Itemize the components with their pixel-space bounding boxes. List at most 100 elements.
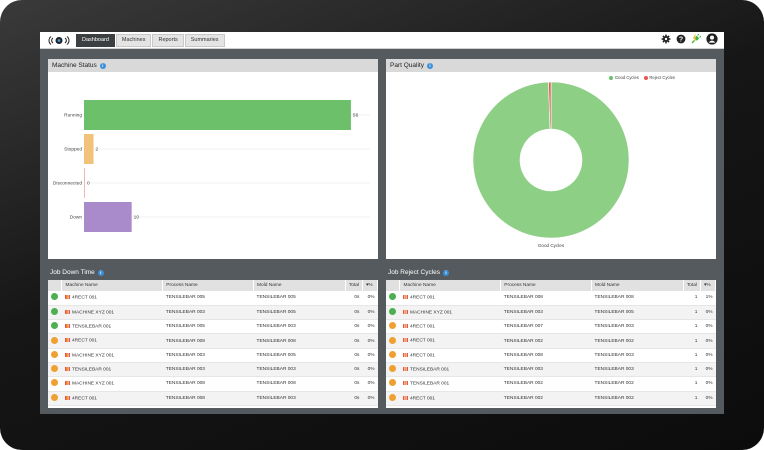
category-label: Disconnected [53, 181, 82, 187]
process-name-cell: TENSILEBAR 008 [162, 391, 254, 406]
process-name-cell: TENSILEBAR 002 [500, 376, 592, 392]
tab-machines[interactable]: Machines [115, 34, 152, 47]
machine-name-text: 4RECT 001 [71, 338, 97, 344]
status-cell [48, 348, 62, 363]
table-row[interactable]: TENSILEBAR 001 TENSILEBAR 005 TENSILEBAR 0… [48, 319, 378, 335]
table-row[interactable]: TENSILEBAR 001 TENSILEBAR 003 TENSILEBAR 0… [386, 362, 716, 378]
table-row[interactable]: 4RECT 001 TENSILEBAR 008 TENSILEBAR 008 0s 0… [48, 333, 378, 349]
part-quality-legend: Good Cycles Reject Cycles [609, 75, 675, 80]
table-row[interactable]: MACHINE XYZ 001 TENSILEBAR 003 TENSILEBAR … [48, 348, 378, 363]
plug-connection-icon[interactable] [691, 34, 701, 44]
column-header-machine[interactable]: Machine Name [61, 280, 164, 291]
total-cell: 0s [345, 391, 363, 406]
table-row[interactable]: 4RECT 001 TENSILEBAR 002 TENSILEBAR 002 1 0% [386, 333, 716, 349]
machine-name-cell[interactable]: TENSILEBAR 001 [399, 362, 501, 378]
table-row[interactable]: 4RECT 001 TENSILEBAR 002 TENSILEBAR 002 1 0% [386, 391, 716, 406]
column-header-percent[interactable]: ▾% [700, 280, 716, 291]
info-icon[interactable]: i [443, 269, 450, 276]
table-row[interactable]: MACHINE XYZ 001 TENSILEBAR 008 TENSILEBAR … [48, 376, 378, 392]
table-row[interactable]: 4RECT 001 TENSILEBAR 008 TENSILEBAR 003 0s 0… [48, 391, 378, 406]
machine-name-cell[interactable]: MACHINE XYZ 001 [61, 348, 163, 363]
machine-status-header: Machine Status i [48, 59, 378, 72]
job-reject-cycles-title: Job Reject Cycles [388, 269, 441, 276]
bar-down[interactable] [84, 202, 132, 232]
total-cell: 1 [683, 391, 701, 406]
tab-dashboard[interactable]: Dashboard [76, 34, 115, 47]
column-header-process[interactable]: Process Name [162, 280, 255, 291]
bar-chart-mini-icon [64, 324, 70, 329]
table-row[interactable]: TENSILEBAR 001 TENSILEBAR 003 TENSILEBAR 0… [48, 362, 378, 378]
bar-chart-mini-icon [64, 309, 70, 314]
info-icon[interactable]: i [97, 269, 104, 276]
part-quality-title: Part Quality [390, 62, 424, 69]
table-row[interactable]: MACHINE XYZ 001 TENSILEBAR 003 TENSILEBAR … [48, 305, 378, 321]
total-cell: 1 [683, 319, 701, 335]
column-header-machine[interactable]: Machine Name [399, 280, 502, 291]
machine-name-cell[interactable]: 4RECT 001 [399, 391, 501, 406]
gear-icon[interactable] [661, 34, 671, 44]
column-header-percent[interactable]: ▾% [362, 280, 378, 291]
legend-swatch-good [609, 75, 614, 80]
help-icon[interactable]: ? [676, 34, 686, 44]
machine-name-cell[interactable]: MACHINE XYZ 001 [61, 376, 163, 392]
column-header-total[interactable]: Total [683, 280, 701, 291]
bar-chart-mini-icon [64, 295, 70, 300]
machine-status-panel: Machine Status i Running 56 Stopped 2 Discon… [48, 59, 378, 259]
machine-name-text: 4RECT 001 [409, 324, 435, 330]
bar-running[interactable] [84, 100, 351, 130]
info-icon[interactable]: i [426, 62, 433, 69]
legend-reject-cycles[interactable]: Reject Cycles [643, 75, 675, 80]
machine-name-cell[interactable]: 4RECT 001 [399, 333, 501, 349]
part-quality-donut-chart: Good Cycles [472, 81, 630, 248]
table-row[interactable]: MACHINE XYZ 001 TENSILEBAR 003 TENSILEBAR … [386, 305, 716, 321]
machine-name-cell[interactable]: MACHINE XYZ 001 [61, 305, 163, 321]
tab-reports[interactable]: Reports [152, 34, 184, 47]
bar-stopped[interactable] [84, 134, 94, 164]
table-row[interactable]: TENSILEBAR 001 TENSILEBAR 002 TENSILEBAR 0… [386, 376, 716, 392]
machine-name-cell[interactable]: 4RECT 001 [399, 348, 501, 363]
status-cell [386, 376, 400, 392]
table-row[interactable]: 4RECT 001 TENSILEBAR 005 TENSILEBAR 005 0s 0… [48, 291, 378, 306]
table-row[interactable]: 4RECT 001 TENSILEBAR 007 TENSILEBAR 003 1 0% [386, 319, 716, 335]
status-indicator-icon [51, 307, 58, 315]
bar-chart-mini-icon [64, 381, 70, 386]
job-reject-cycles-rows: 4RECT 001 TENSILEBAR 008 TENSILEBAR 008 1 1%… [386, 291, 716, 406]
bar-disconnected[interactable] [84, 168, 85, 198]
bar-chart-mini-icon [402, 295, 408, 300]
machine-name-cell[interactable]: TENSILEBAR 001 [61, 362, 163, 378]
machine-name-cell[interactable]: 4RECT 001 [399, 319, 501, 335]
machine-name-cell[interactable]: TENSILEBAR 001 [61, 319, 163, 335]
total-cell: 0s [345, 319, 363, 335]
column-header-total[interactable]: Total [345, 280, 363, 291]
bar-chart-mini-icon [402, 395, 408, 400]
status-indicator-icon [389, 379, 396, 387]
status-column-header [48, 280, 63, 291]
mold-name-cell: TENSILEBAR 005 [591, 305, 684, 321]
user-account-icon[interactable] [706, 33, 718, 45]
legend-good-cycles[interactable]: Good Cycles [609, 75, 639, 80]
table-row[interactable]: 4RECT 001 TENSILEBAR 008 TENSILEBAR 008 1 1% [386, 291, 716, 306]
column-header-process[interactable]: Process Name [500, 280, 593, 291]
app-logo-icon[interactable] [48, 34, 70, 47]
machine-name-text: MACHINE XYZ 001 [71, 381, 115, 387]
machine-name-cell[interactable]: TENSILEBAR 001 [399, 376, 501, 392]
process-name-cell: TENSILEBAR 003 [162, 362, 254, 378]
bar-chart-mini-icon [402, 324, 408, 329]
tab-summaries[interactable]: Summaries [184, 34, 225, 47]
machine-name-cell[interactable]: 4RECT 001 [399, 291, 501, 306]
status-cell [48, 305, 62, 321]
info-icon[interactable]: i [99, 62, 106, 69]
process-name-cell: TENSILEBAR 002 [500, 333, 592, 349]
column-header-percent-label: % [368, 283, 373, 288]
status-cell [386, 319, 400, 335]
job-down-time-rows: 4RECT 001 TENSILEBAR 005 TENSILEBAR 005 0s 0… [48, 291, 378, 406]
column-header-mold[interactable]: Mold Name [253, 280, 346, 291]
machine-name-cell[interactable]: 4RECT 001 [61, 391, 163, 406]
machine-name-cell[interactable]: 4RECT 001 [61, 291, 163, 306]
machine-name-text: 4RECT 001 [71, 395, 97, 401]
table-row[interactable]: 4RECT 001 TENSILEBAR 008 TENSILEBAR 003 1 0% [386, 348, 716, 363]
machine-name-cell[interactable]: 4RECT 001 [61, 333, 163, 349]
mold-name-cell: TENSILEBAR 003 [253, 391, 346, 406]
column-header-mold[interactable]: Mold Name [591, 280, 684, 291]
machine-name-cell[interactable]: MACHINE XYZ 001 [399, 305, 501, 321]
